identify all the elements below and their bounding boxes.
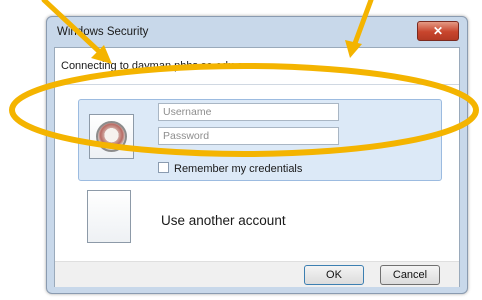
username-field[interactable]	[158, 103, 339, 121]
use-another-account-label[interactable]: Use another account	[161, 213, 286, 228]
remember-checkbox[interactable]	[158, 162, 169, 173]
dialog-footer: OK Cancel	[55, 261, 459, 287]
cancel-button[interactable]: Cancel	[380, 265, 440, 285]
credential-tile-selected[interactable]: Remember my credentials	[78, 99, 442, 181]
close-icon: ✕	[432, 24, 444, 38]
remember-credentials[interactable]: Remember my credentials	[158, 162, 302, 175]
password-field[interactable]	[158, 127, 339, 145]
ok-button[interactable]: OK	[304, 265, 364, 285]
remember-label: Remember my credentials	[174, 163, 303, 175]
windows-security-dialog: Windows Security ✕ Connecting to dayman.…	[46, 16, 468, 294]
divider	[55, 84, 459, 85]
school-crest-icon	[89, 114, 134, 159]
crest-seal	[96, 121, 127, 152]
dialog-client-area: Connecting to dayman.pbhs.sa.edu.au Reme…	[54, 47, 460, 287]
another-account-tile-icon[interactable]	[87, 190, 131, 243]
close-button[interactable]: ✕	[417, 21, 459, 41]
window-title: Windows Security	[57, 26, 149, 38]
title-bar[interactable]: Windows Security ✕	[47, 17, 467, 47]
connecting-text: Connecting to dayman.pbhs.sa.edu.au	[61, 60, 250, 72]
